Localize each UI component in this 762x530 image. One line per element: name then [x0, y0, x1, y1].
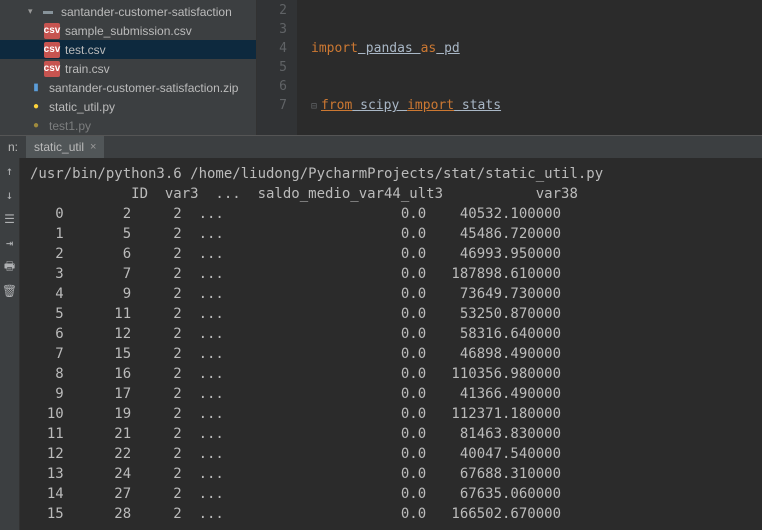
line-number: 3 — [257, 20, 287, 39]
folder-label: santander-customer-satisfaction — [61, 5, 232, 19]
file-label: santander-customer-satisfaction.zip — [49, 81, 238, 95]
keyword: import — [311, 41, 358, 56]
file-label: test1.py — [49, 119, 91, 133]
tree-file-zip[interactable]: ▮ santander-customer-satisfaction.zip — [0, 78, 256, 97]
console-tab[interactable]: static_util × — [26, 136, 104, 158]
file-label: static_util.py — [49, 100, 115, 114]
wrap-icon[interactable]: ☰ — [3, 212, 17, 226]
file-label: train.csv — [65, 62, 110, 76]
fold-icon[interactable]: ⊟ — [311, 97, 321, 116]
folder-icon: ▬ — [40, 4, 56, 20]
run-console: n: static_util × ↑ ↓ ☰ ⇥ 🖶 🗑 /usr/bin/py… — [0, 135, 762, 530]
archive-icon: ▮ — [28, 80, 44, 96]
keyword: import — [407, 98, 454, 113]
python-icon: ● — [28, 118, 44, 134]
tree-file-test[interactable]: csv test.csv — [0, 40, 256, 59]
line-number: 4 — [257, 39, 287, 58]
console-toolbar: ↑ ↓ ☰ ⇥ 🖶 🗑 — [0, 158, 20, 530]
csv-icon: csv — [44, 42, 60, 58]
identifier: stats — [454, 98, 501, 113]
line-number: 2 — [257, 1, 287, 20]
console-tab-bar: n: static_util × — [0, 136, 762, 158]
file-label: sample_submission.csv — [65, 24, 192, 38]
print-icon[interactable]: 🖶 — [3, 260, 17, 274]
file-label: test.csv — [65, 43, 106, 57]
line-number: 6 — [257, 77, 287, 96]
down-icon[interactable]: ↓ — [3, 188, 17, 202]
identifier: pandas — [358, 41, 421, 56]
line-number: 5 — [257, 58, 287, 77]
python-icon: ● — [28, 99, 44, 115]
chevron-down-icon: ▾ — [28, 6, 40, 17]
tree-file-extra[interactable]: ● test1.py — [0, 116, 256, 135]
csv-icon: csv — [44, 61, 60, 77]
project-file-tree[interactable]: ▾ ▬ santander-customer-satisfaction csv … — [0, 0, 257, 135]
identifier: pd — [436, 41, 459, 56]
rerun-icon[interactable]: ↑ — [3, 164, 17, 178]
csv-icon: csv — [44, 23, 60, 39]
tree-file-static-util[interactable]: ● static_util.py — [0, 97, 256, 116]
trash-icon[interactable]: 🗑 — [3, 284, 17, 298]
console-output[interactable]: /usr/bin/python3.6 /home/liudong/Pycharm… — [20, 158, 762, 530]
scroll-icon[interactable]: ⇥ — [3, 236, 17, 250]
line-number: 7 — [257, 96, 287, 115]
tree-file-train[interactable]: csv train.csv — [0, 59, 256, 78]
run-label: n: — [0, 140, 26, 154]
keyword: as — [421, 41, 437, 56]
editor-gutter: 2 3 4 5 6 7 — [257, 0, 297, 135]
tree-folder[interactable]: ▾ ▬ santander-customer-satisfaction — [0, 2, 256, 21]
close-icon[interactable]: × — [90, 141, 96, 153]
tab-title: static_util — [34, 140, 84, 154]
code-editor[interactable]: 2 3 4 5 6 7 import pandas as pd ⊟from sc… — [257, 0, 762, 135]
keyword: from — [321, 98, 352, 113]
code-content[interactable]: import pandas as pd ⊟from scipy import s… — [297, 0, 501, 135]
tree-file-sample-submission[interactable]: csv sample_submission.csv — [0, 21, 256, 40]
identifier: scipy — [352, 98, 407, 113]
